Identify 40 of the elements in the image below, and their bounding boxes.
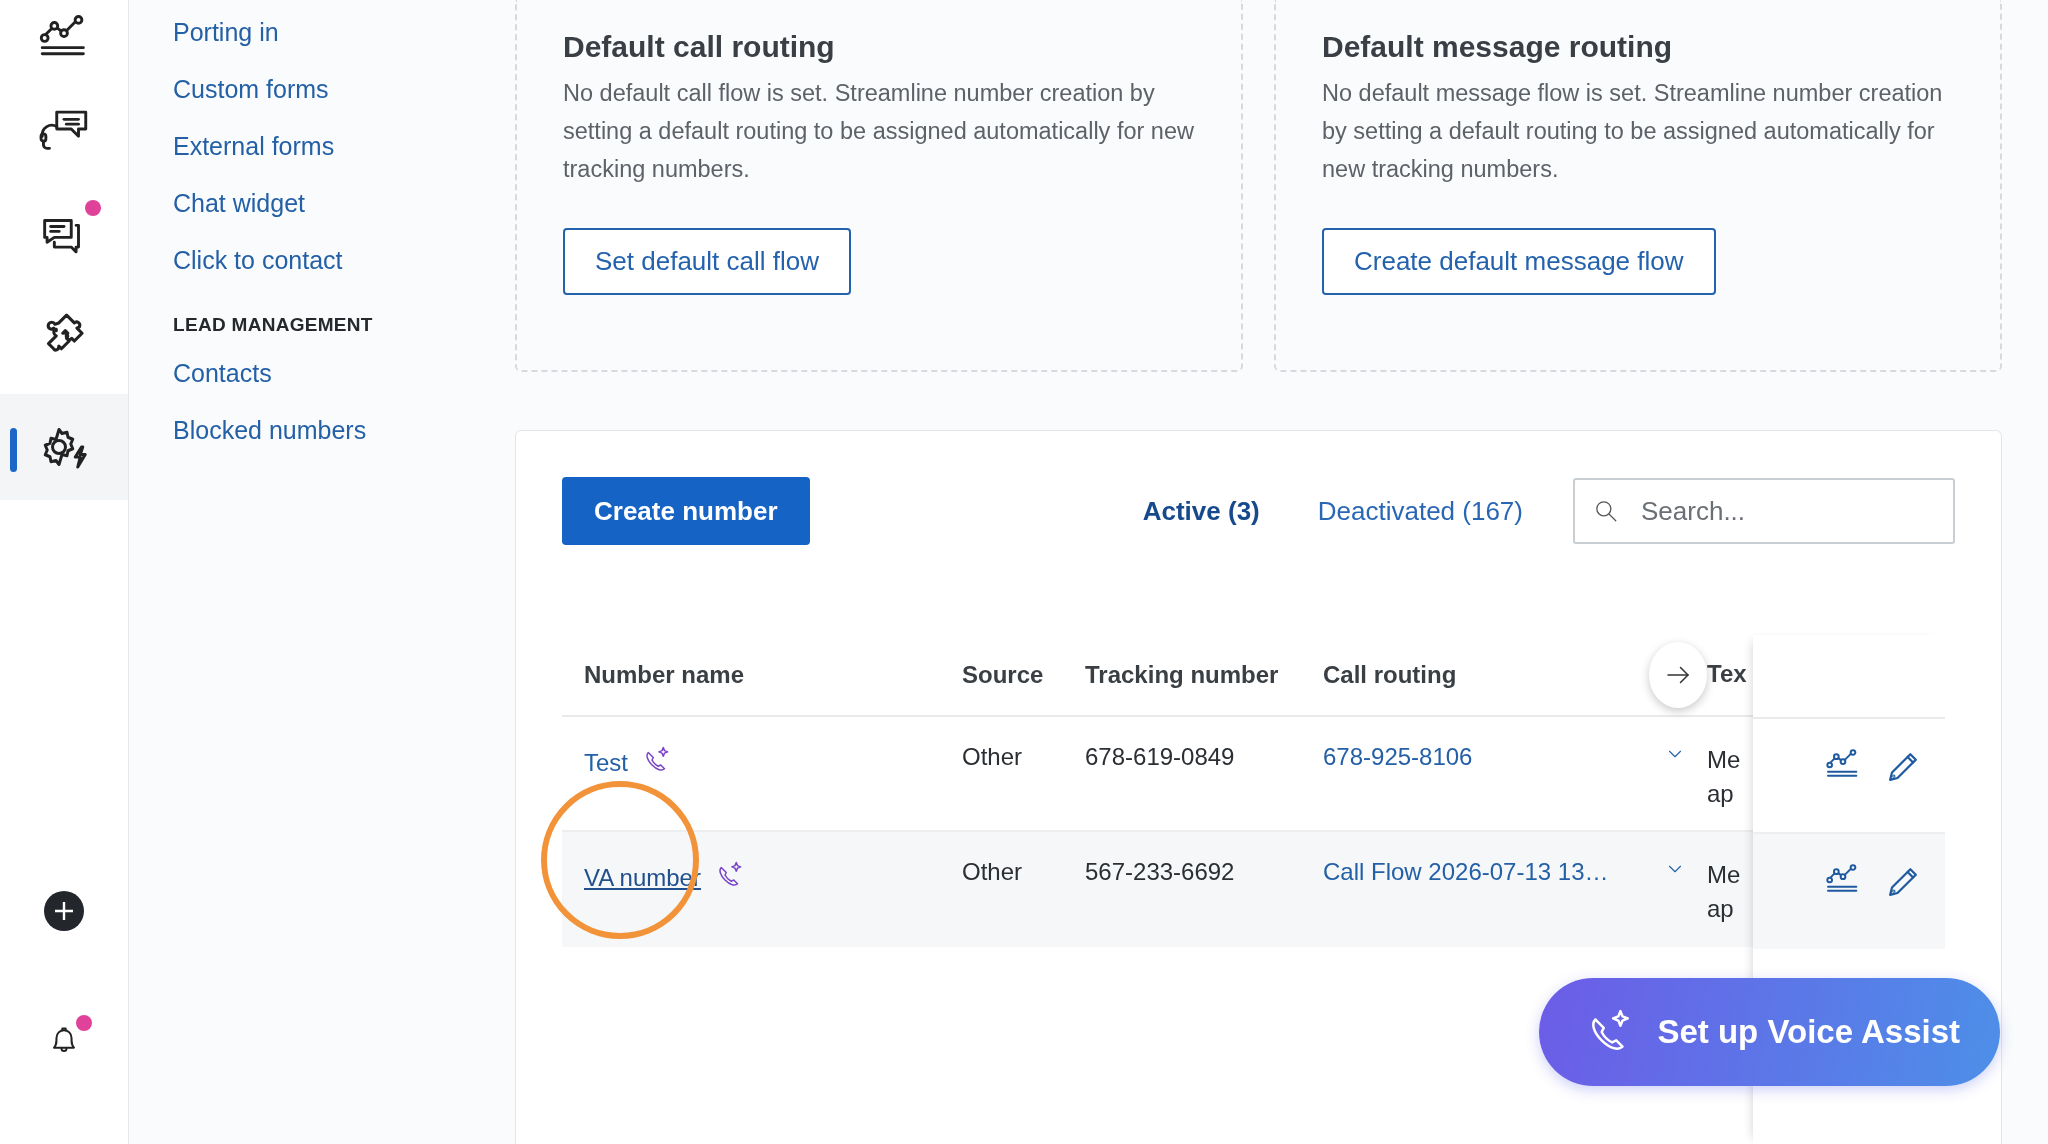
nav-link[interactable]: Click to contact — [173, 232, 343, 289]
card-description: No default message flow is set. Streamline number creation by setting a default routing to be assigned automatically for new tracking numbers. — [1322, 79, 1944, 184]
notification-dot — [85, 200, 101, 216]
nav-link[interactable]: Chat widget — [173, 175, 306, 232]
card-button[interactable]: Set default call flow — [563, 228, 851, 295]
search-icon — [1593, 498, 1619, 524]
search-field[interactable]: Search... — [1573, 478, 1955, 544]
table-cell: 567-233-6692 — [1085, 858, 1235, 885]
table-cell: Other — [962, 743, 1023, 770]
column-header: Number name — [584, 661, 745, 689]
column-header: Tex — [1707, 659, 1747, 687]
tab[interactable]: Deactivated (167) — [1317, 495, 1523, 527]
column-header: Tracking number — [1085, 661, 1279, 688]
nav-link[interactable]: External forms — [173, 118, 335, 175]
rail-item[interactable] — [0, 394, 128, 500]
add-icon — [44, 891, 84, 931]
call-routing-link[interactable]: Call Flow 2026-07-13 13… — [1323, 858, 1609, 885]
active-indicator — [10, 428, 17, 472]
call-routing-link[interactable]: 678-925-8106 — [1323, 743, 1473, 770]
section-heading: LEAD MANAGEMENT — [173, 313, 373, 337]
voice-assist-button[interactable]: Set up Voice Assist — [1539, 978, 2000, 1086]
table-cell: 678-619-0849 — [1085, 743, 1235, 770]
column-header: Source — [962, 661, 1044, 688]
column-header: Call routing — [1323, 661, 1457, 688]
notification-dot — [76, 1015, 92, 1031]
nav-link[interactable]: Custom forms — [173, 61, 329, 118]
table-cell-text: Me ap — [1707, 745, 1742, 809]
card-title: Default call routing — [563, 30, 836, 64]
number-name-link[interactable]: Test — [584, 743, 628, 777]
scroll-right-button[interactable] — [1649, 642, 1707, 708]
table-cell-text: Me ap — [1707, 860, 1742, 924]
table-cell: Other — [962, 858, 1023, 885]
tab[interactable]: Active (3) — [1142, 495, 1260, 527]
card-description: No default call flow is set. Streamline number creation by setting a default routing to be assigned automatically for new tracking numbers. — [563, 79, 1195, 184]
nav-link[interactable]: Porting in — [173, 4, 279, 61]
nav-link[interactable]: Contacts — [173, 345, 272, 402]
card-title: Default message routing — [1322, 30, 1674, 64]
card-button[interactable]: Create default message flow — [1322, 228, 1716, 295]
nav-link[interactable]: Blocked numbers — [173, 402, 367, 459]
create-number-button[interactable]: Create number — [562, 477, 810, 545]
